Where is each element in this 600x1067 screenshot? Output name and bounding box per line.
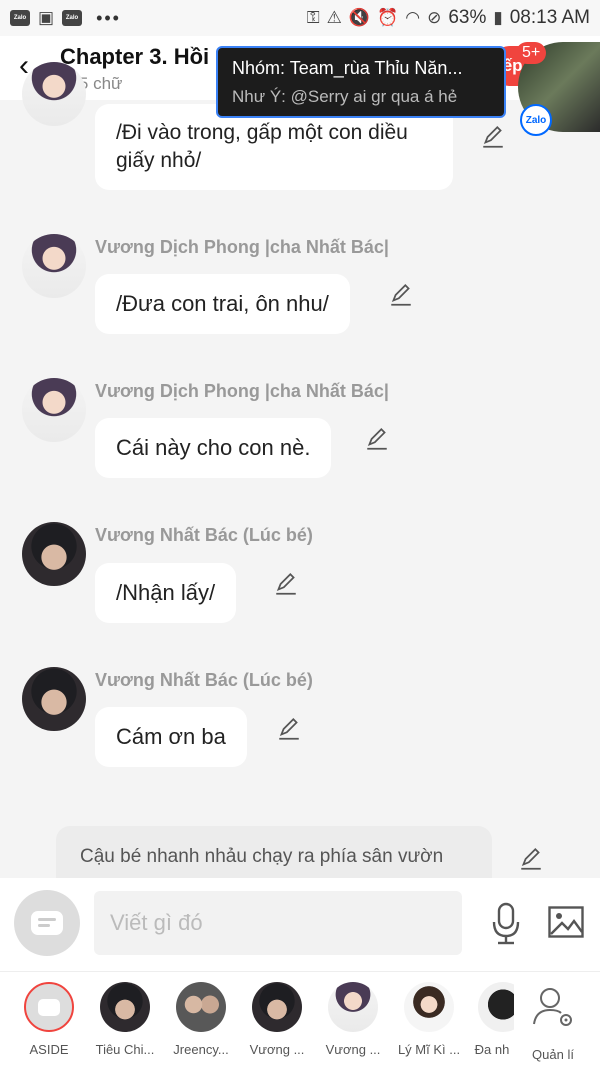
edit-icon[interactable] [388,282,414,308]
battery-percent: 63% [448,7,487,28]
message-sender: Vương Nhất Bác (Lúc bé) [95,525,313,545]
clock: 08:13 AM [509,7,590,28]
chat-head-badge: 5+ [516,42,547,64]
message-text: Cám ơn ba [116,724,226,749]
zalo-notification-icon: Zalo [10,10,30,26]
avatar [100,982,150,1032]
alarm-icon: ⏰ [377,8,399,27]
message-bubble[interactable]: /Nhận lấy/ [95,563,237,623]
edit-icon[interactable] [480,124,506,150]
character-label: Lý Mĩ Kì ... [397,1042,461,1057]
gallery-notification-icon: ▣ [38,8,55,27]
narration-bubble[interactable]: Cậu bé nhanh nhảu chạy ra phía sân vườn [56,826,492,878]
message-bubble[interactable]: Cám ơn ba [95,707,247,767]
manage-characters-button[interactable]: Quản lí [518,982,588,1062]
character-label: Vương ... [325,1042,381,1057]
zalo-notification-icon-2: Zalo [62,10,83,26]
avatar [252,982,302,1032]
notification-title: Nhóm: Team_rùa Thỉu Năn... [232,58,463,78]
aside-avatar [24,982,74,1032]
character-item-aside[interactable]: ASIDE [14,982,84,1057]
edit-icon[interactable] [518,846,544,872]
edit-icon[interactable] [364,426,390,452]
message-text: /Đưa con trai, ôn nhu/ [116,291,329,316]
message-avatar[interactable] [22,62,86,126]
mute-icon: 🔇 [348,8,371,27]
narration-text: Cậu bé nhanh nhảu chạy ra phía sân vườn [80,846,444,867]
more-notifications-icon: ••• [96,7,121,28]
edit-icon[interactable] [273,571,299,597]
avatar [176,982,226,1032]
wifi-icon: ◠ [405,8,421,27]
character-bar: ASIDE Tiêu Chi... Jreency... Vương ... V… [0,972,600,1067]
character-label: ASIDE [29,1042,69,1057]
character-label: Tiêu Chi... [95,1042,155,1057]
status-bar: Zalo ▣ Zalo ••• ⚿ ⚠ 🔇 ⏰ ◠ ⊘ 63% ▮ 08:13 … [0,0,600,36]
message-text: Cái này cho con nè. [116,435,311,460]
message-bubble[interactable]: /Đưa con trai, ôn nhu/ [95,274,350,334]
edit-icon[interactable] [276,716,302,742]
message-text: /Đi vào trong, gấp một con diều giấy nhỏ… [116,121,408,172]
character-item[interactable]: Vương ... [242,982,312,1057]
composer-bar [0,878,600,972]
message-avatar[interactable] [22,667,86,731]
chat-bubble-icon [31,911,63,935]
character-label: Jreency... [173,1042,229,1057]
character-item[interactable]: Vương ... [318,982,388,1057]
character-item[interactable]: Lý Mĩ Kì ... [394,982,464,1057]
message-avatar[interactable] [22,522,86,586]
warning-icon: ⚠ [326,8,342,27]
notification-popup[interactable]: Nhóm: Team_rùa Thỉu Năn... Như Ý: @Serry… [216,46,506,118]
battery-icon: ▮ [493,8,503,27]
message-bubble[interactable]: Cái này cho con nè. [95,418,332,478]
avatar [328,982,378,1032]
message-avatar[interactable] [22,234,86,298]
message-input[interactable] [94,891,462,955]
message-sender: Vương Nhất Bác (Lúc bé) [95,670,313,690]
microphone-icon[interactable] [490,902,522,946]
message-avatar[interactable] [22,378,86,442]
chat-bubble-icon [38,998,60,1016]
image-icon[interactable] [548,906,584,938]
message-sender: Vương Dịch Phong |cha Nhất Bác| [95,237,389,257]
aside-toggle-button[interactable] [14,890,80,956]
notification-body: Như Ý: @Serry ai gr qua á hẻ [232,87,458,106]
zalo-icon: Zalo [520,104,552,136]
message-sender: Vương Dịch Phong |cha Nhất Bác| [95,381,389,401]
user-settings-icon [533,988,572,1026]
chapter-title: Chapter 3. Hồi [60,44,210,69]
do-not-disturb-icon: ⊘ [427,8,442,27]
character-label: Vương ... [249,1042,305,1057]
character-label: Đa nh [474,1042,510,1057]
character-item[interactable]: Tiêu Chi... [90,982,160,1057]
character-label: Quản lí [532,1047,574,1062]
avatar [478,982,514,1032]
character-item[interactable]: Jreency... [166,982,236,1057]
message-text: /Nhận lấy/ [116,580,216,605]
character-item[interactable]: Đa nh [470,982,514,1057]
avatar [404,982,454,1032]
vpn-icon: ⚿ [306,8,320,27]
